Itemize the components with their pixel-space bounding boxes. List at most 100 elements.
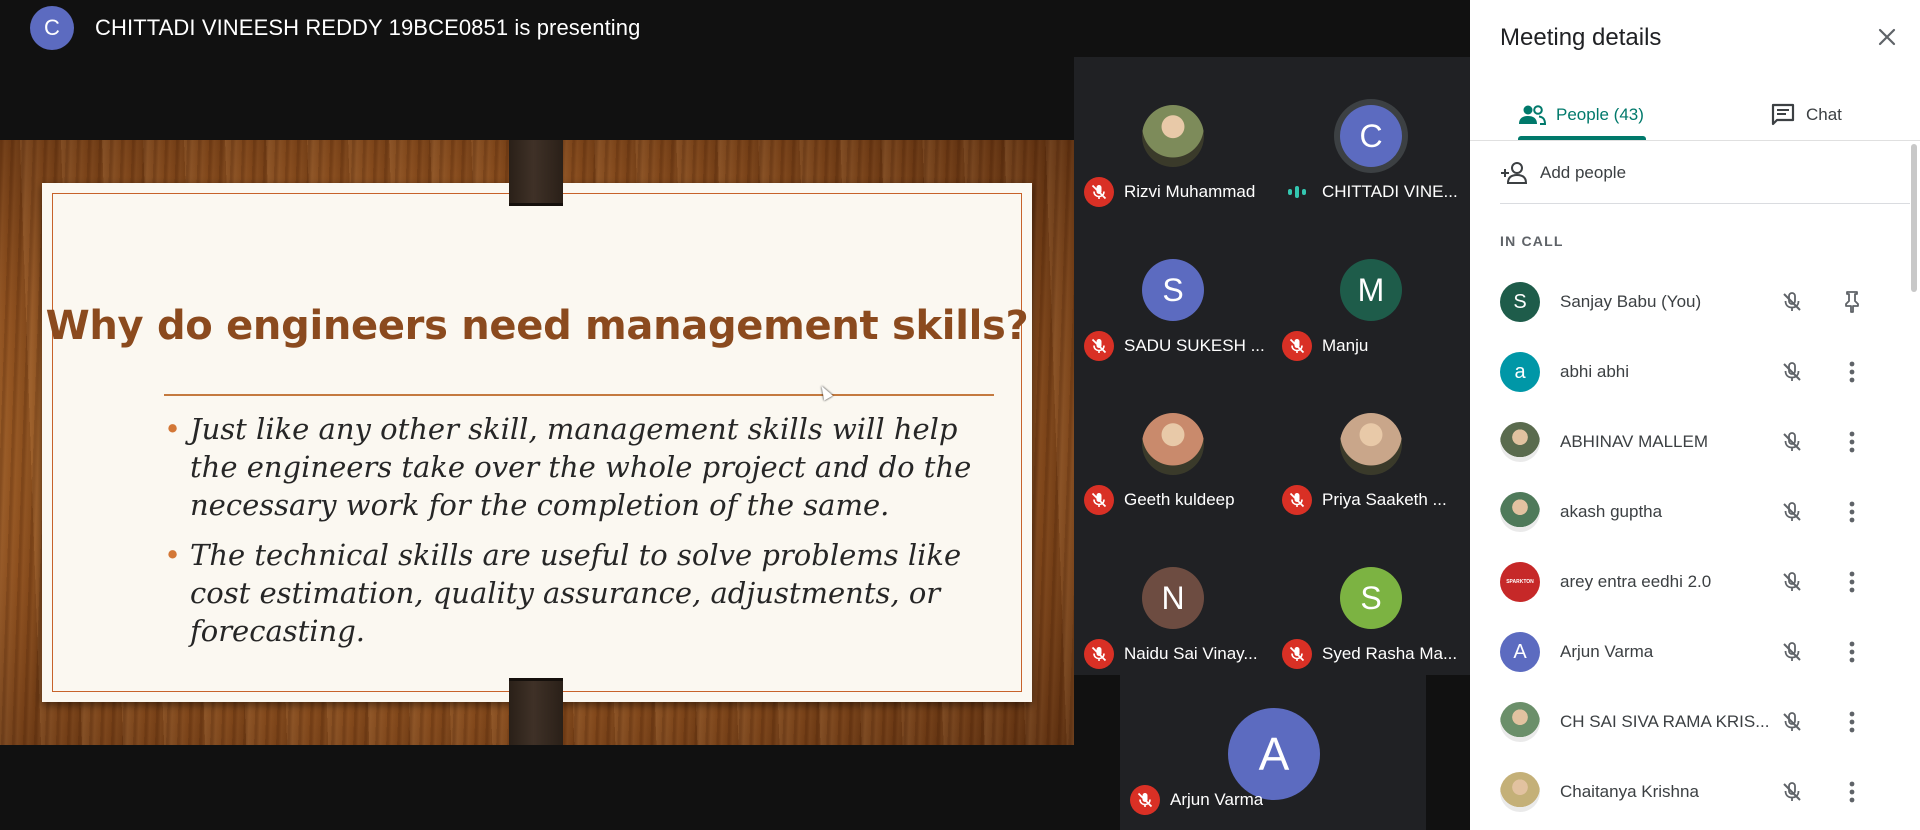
tab-chat[interactable]: Chat xyxy=(1770,90,1842,140)
participant-tile[interactable]: C CHITTADI VINE... xyxy=(1272,57,1470,211)
slide-bullet: • The technical skills are useful to solv… xyxy=(162,536,1002,650)
participant-name: akash guptha xyxy=(1560,502,1663,521)
mic-off-icon xyxy=(1783,362,1801,381)
slide-bullet: • Just like any other skill, management s… xyxy=(162,410,1002,524)
chat-icon xyxy=(1771,103,1795,126)
participant-avatar xyxy=(1500,492,1540,532)
more-options-button[interactable] xyxy=(1836,566,1868,598)
participant-avatar: a xyxy=(1500,352,1540,392)
participant-avatar: S xyxy=(1142,259,1204,321)
add-people-button[interactable]: Add people xyxy=(1500,158,1626,188)
mic-off-icon xyxy=(1783,432,1801,451)
add-person-icon xyxy=(1501,162,1528,184)
panel-scrollbar[interactable] xyxy=(1908,142,1920,830)
participant-avatar xyxy=(1500,422,1540,462)
more-options-button[interactable] xyxy=(1836,356,1868,388)
participant-tile[interactable]: Priya Saaketh ... xyxy=(1272,365,1470,519)
participant-name: ABHINAV MALLEM xyxy=(1560,432,1709,451)
more-options-button[interactable] xyxy=(1836,706,1868,738)
participant-tile[interactable]: M Manju xyxy=(1272,211,1470,365)
mute-status-button[interactable] xyxy=(1776,496,1808,528)
presenter-avatar: C xyxy=(30,6,74,50)
slide-divider xyxy=(164,394,994,396)
participant-name: Naidu Sai Vinay... xyxy=(1124,644,1258,663)
close-button[interactable] xyxy=(1872,22,1902,52)
mute-status-button[interactable] xyxy=(1776,426,1808,458)
participant-name: Rizvi Muhammad xyxy=(1124,182,1256,201)
mic-off-icon xyxy=(1084,485,1114,515)
bullet-dot-icon: • xyxy=(164,412,182,446)
more-options-button[interactable] xyxy=(1836,496,1868,528)
mute-status-button[interactable] xyxy=(1776,286,1808,318)
bullet-dot-icon: • xyxy=(164,538,182,572)
more-options-button[interactable] xyxy=(1836,426,1868,458)
binder-clip-top xyxy=(509,140,563,206)
participant-name: abhi abhi xyxy=(1560,362,1630,381)
participant-row[interactable]: ABHINAV MALLEM xyxy=(1470,407,1910,477)
more-options-button[interactable] xyxy=(1836,636,1868,668)
mute-status-button[interactable] xyxy=(1776,776,1808,808)
mute-status-button[interactable] xyxy=(1776,566,1808,598)
more-options-button[interactable] xyxy=(1836,776,1868,808)
mic-off-icon xyxy=(1783,642,1801,661)
more-icon xyxy=(1849,571,1855,593)
more-icon xyxy=(1849,431,1855,453)
slide-bullet-text: The technical skills are useful to solve… xyxy=(190,538,962,648)
mic-off-icon xyxy=(1783,712,1801,731)
mic-off-icon xyxy=(1282,639,1312,669)
mic-off-icon xyxy=(1084,639,1114,669)
participant-row[interactable]: SPARKTON arey entra eedhi 2.0 xyxy=(1470,547,1910,617)
participant-tile[interactable]: Geeth kuldeep xyxy=(1074,365,1272,519)
participant-name: Sanjay Babu (You) xyxy=(1560,292,1702,311)
participant-tile[interactable]: N Naidu Sai Vinay... xyxy=(1074,519,1272,673)
scrollbar-thumb[interactable] xyxy=(1911,144,1917,292)
presenting-label: CHITTADI VINEESH REDDY 19BCE0851 is pres… xyxy=(95,15,641,40)
more-icon xyxy=(1849,711,1855,733)
participant-avatar: M xyxy=(1340,259,1402,321)
more-icon xyxy=(1849,361,1855,383)
mute-status-button[interactable] xyxy=(1776,706,1808,738)
participant-row[interactable]: Chaitanya Krishna xyxy=(1470,757,1910,827)
participant-avatar: A xyxy=(1500,632,1540,672)
participant-row[interactable]: akash guptha xyxy=(1470,477,1910,547)
divider xyxy=(1500,203,1910,204)
participant-nameline: Naidu Sai Vinay... xyxy=(1084,639,1272,669)
people-icon xyxy=(1519,105,1546,125)
mute-status-button[interactable] xyxy=(1776,356,1808,388)
participant-tile[interactable]: Rizvi Muhammad xyxy=(1074,57,1272,211)
in-call-heading: IN CALL xyxy=(1500,233,1564,249)
participant-avatar: S xyxy=(1500,282,1540,322)
participant-name: Arjun Varma xyxy=(1560,642,1654,661)
participant-name: Priya Saaketh ... xyxy=(1322,490,1447,509)
participant-name: SADU SUKESH ... xyxy=(1124,336,1265,355)
participant-tile[interactable]: A Arjun Varma xyxy=(1122,675,1428,830)
participant-list: S Sanjay Babu (You) a abhi abhi ABHINAV MALL… xyxy=(1470,267,1910,827)
participant-row[interactable]: CH SAI SIVA RAMA KRIS... xyxy=(1470,687,1910,757)
participant-nameline: Syed Rasha Ma... xyxy=(1282,639,1470,669)
participant-nameline: Arjun Varma xyxy=(1130,785,1318,815)
participant-name: Geeth kuldeep xyxy=(1124,490,1235,509)
participant-tile[interactable]: S SADU SUKESH ... xyxy=(1074,211,1272,365)
participant-avatar xyxy=(1142,105,1204,167)
participant-avatar: C xyxy=(1340,105,1402,167)
mic-off-icon xyxy=(1783,292,1801,311)
tab-people-label: People (43) xyxy=(1556,105,1644,124)
participant-avatar: S xyxy=(1340,567,1402,629)
mic-off-icon xyxy=(1084,177,1114,207)
mic-off-icon xyxy=(1282,485,1312,515)
tab-people[interactable]: People (43) xyxy=(1518,90,1644,140)
participant-avatar xyxy=(1500,702,1540,742)
participant-row[interactable]: a abhi abhi xyxy=(1470,337,1910,407)
participant-row[interactable]: S Sanjay Babu (You) xyxy=(1470,267,1910,337)
participant-name: Chaitanya Krishna xyxy=(1560,782,1699,801)
participant-name: Manju xyxy=(1322,336,1369,355)
speaking-indicator-icon xyxy=(1282,177,1312,207)
mute-status-button[interactable] xyxy=(1776,636,1808,668)
mic-off-icon xyxy=(1783,782,1801,801)
participant-row[interactable]: A Arjun Varma xyxy=(1470,617,1910,687)
participant-tile[interactable]: S Syed Rasha Ma... xyxy=(1272,519,1470,673)
meeting-details-panel: Meeting details People (43) Chat Add peo… xyxy=(1470,0,1920,830)
pin-button[interactable] xyxy=(1836,286,1868,318)
presenter-bar: C CHITTADI VINEESH REDDY 19BCE0851 is pr… xyxy=(0,0,1470,56)
slide-title: Why do engineers need management skills? xyxy=(45,303,1029,349)
